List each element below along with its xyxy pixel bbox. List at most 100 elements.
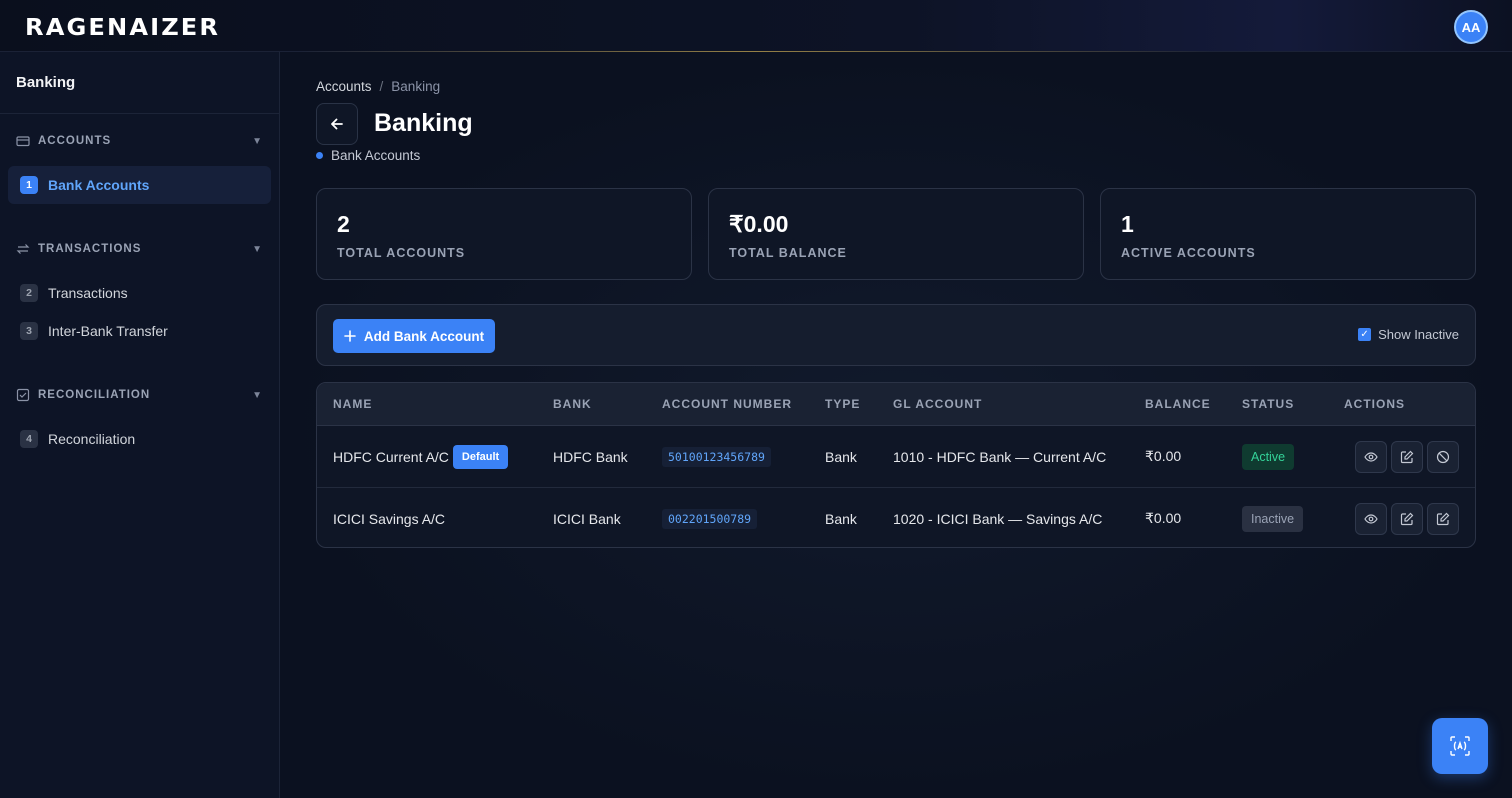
sidebar-section-accounts[interactable]: ACCOUNTS ▼ <box>0 116 279 166</box>
cell-balance: ₹0.00 <box>1145 448 1182 464</box>
sidebar-section-transactions[interactable]: TRANSACTIONS ▼ <box>0 224 279 274</box>
stat-card-total-accounts: 2 TOTAL ACCOUNTS <box>316 188 692 280</box>
cell-account-number: 002201500789 <box>662 488 758 547</box>
show-inactive-label: Show Inactive <box>1378 327 1459 342</box>
stat-label: TOTAL BALANCE <box>729 246 847 260</box>
account-number: 50100123456789 <box>662 446 771 467</box>
page-subtitle-text: Bank Accounts <box>331 148 421 163</box>
sidebar-item-label: Inter-Bank Transfer <box>48 323 168 339</box>
stat-value: ₹0.00 <box>729 211 789 237</box>
sidebar-item-number: 1 <box>20 176 38 194</box>
cell-account-number: 50100123456789 <box>662 426 771 487</box>
arrow-left-icon <box>331 118 343 130</box>
sidebar-item-number: 2 <box>20 284 38 302</box>
stat-label: TOTAL ACCOUNTS <box>337 246 466 260</box>
status-dot-icon <box>316 152 323 159</box>
column-header-account-number[interactable]: ACCOUNT NUMBER <box>662 397 792 411</box>
credit-card-icon <box>16 134 30 148</box>
table-toolbar: Add Bank Account ✓ Show Inactive <box>316 304 1476 366</box>
sidebar-item-reconciliation[interactable]: 4 Reconciliation <box>8 420 271 458</box>
stat-value: 2 <box>337 211 350 237</box>
top-bar: RAGENAIZER AA <box>0 0 1512 52</box>
breadcrumb-link-accounts[interactable]: Accounts <box>316 79 372 94</box>
stat-card-active-accounts: 1 ACTIVE ACCOUNTS <box>1100 188 1476 280</box>
chevron-down-icon[interactable]: ▼ <box>252 136 263 147</box>
edit-button[interactable] <box>1391 440 1423 473</box>
cell-bank: ICICI Bank <box>553 510 621 527</box>
stat-card-total-balance: ₹0.00 TOTAL BALANCE <box>708 188 1084 280</box>
table-row[interactable]: HDFC Current A/C Default HDFC Bank 50100… <box>317 426 1475 487</box>
page-subtitle: Bank Accounts <box>316 148 420 163</box>
chevron-down-icon[interactable]: ▼ <box>252 390 263 401</box>
back-button[interactable] <box>316 103 358 145</box>
sidebar-section-label: ACCOUNTS <box>38 135 112 147</box>
table-header: NAME BANK ACCOUNT NUMBER TYPE GL ACCOUNT… <box>317 383 1475 426</box>
plus-icon <box>344 330 356 342</box>
sidebar-section-reconciliation[interactable]: RECONCILIATION ▼ <box>0 370 279 420</box>
deactivate-button[interactable] <box>1427 440 1459 473</box>
column-header-actions: ACTIONS <box>1344 397 1405 411</box>
edit-button[interactable] <box>1391 502 1423 535</box>
view-button[interactable] <box>1355 440 1387 473</box>
main-content: Accounts / Banking Banking Bank Accounts… <box>280 52 1512 798</box>
checkbox-icon <box>16 388 30 402</box>
account-name[interactable]: HDFC Current A/C <box>333 449 449 465</box>
app-logo[interactable]: RAGENAIZER <box>25 15 220 41</box>
cell-name: HDFC Current A/C Default <box>333 426 509 487</box>
cell-status: Active <box>1242 426 1295 487</box>
cell-actions <box>1355 488 1459 547</box>
sidebar-item-label: Bank Accounts <box>48 177 150 193</box>
status-badge: Active <box>1242 443 1295 470</box>
breadcrumb-current: Banking <box>391 79 441 94</box>
account-name[interactable]: ICICI Savings A/C <box>333 511 445 527</box>
sidebar-title: Banking <box>0 52 279 114</box>
cell-balance: ₹0.00 <box>1145 510 1182 526</box>
edit-icon <box>1436 512 1450 525</box>
ban-icon <box>1436 450 1450 463</box>
cell-name: ICICI Savings A/C <box>333 488 445 547</box>
sidebar-section-label: TRANSACTIONS <box>38 243 142 255</box>
account-number: 002201500789 <box>662 508 758 529</box>
column-header-type[interactable]: TYPE <box>825 397 860 411</box>
eye-icon <box>1364 451 1378 462</box>
stat-value: 1 <box>1121 211 1134 237</box>
ai-assistant-button[interactable] <box>1432 718 1488 774</box>
chevron-down-icon[interactable]: ▼ <box>252 244 263 255</box>
table-row[interactable]: ICICI Savings A/C ICICI Bank 00220150078… <box>317 487 1475 547</box>
sidebar-item-number: 4 <box>20 430 38 448</box>
cell-gl-account: 1010 - HDFC Bank — Current A/C <box>893 448 1107 465</box>
cell-status: Inactive <box>1242 488 1304 547</box>
bank-accounts-table: NAME BANK ACCOUNT NUMBER TYPE GL ACCOUNT… <box>316 382 1476 548</box>
cell-type: Bank <box>825 448 857 465</box>
sidebar-item-label: Transactions <box>48 285 128 301</box>
show-inactive-toggle[interactable]: ✓ Show Inactive <box>1358 327 1459 342</box>
edit-icon <box>1400 512 1414 525</box>
column-header-status[interactable]: STATUS <box>1242 397 1294 411</box>
column-header-name[interactable]: NAME <box>333 397 372 411</box>
status-badge: Inactive <box>1242 505 1304 532</box>
ai-assistant-icon <box>1450 736 1470 756</box>
cell-actions <box>1355 426 1459 487</box>
cell-gl-account: 1020 - ICICI Bank — Savings A/C <box>893 510 1103 527</box>
column-header-gl-account[interactable]: GL ACCOUNT <box>893 397 982 411</box>
breadcrumb-separator: / <box>379 79 384 94</box>
eye-icon <box>1364 513 1378 524</box>
breadcrumb: Accounts / Banking <box>316 79 440 94</box>
activate-button[interactable] <box>1427 502 1459 535</box>
sidebar-item-inter-bank-transfer[interactable]: 3 Inter-Bank Transfer <box>8 312 271 350</box>
sidebar-item-bank-accounts[interactable]: 1 Bank Accounts <box>8 166 271 204</box>
page-title: Banking <box>374 109 473 137</box>
cell-type: Bank <box>825 510 857 527</box>
stat-label: ACTIVE ACCOUNTS <box>1121 246 1256 260</box>
column-header-bank[interactable]: BANK <box>553 397 592 411</box>
show-inactive-checkbox[interactable]: ✓ <box>1358 328 1372 341</box>
sidebar-section-label: RECONCILIATION <box>38 389 151 401</box>
add-bank-account-label: Add Bank Account <box>363 328 485 344</box>
swap-arrows-icon <box>16 242 30 256</box>
add-bank-account-button[interactable]: Add Bank Account <box>333 319 495 353</box>
sidebar-item-number: 3 <box>20 322 38 340</box>
column-header-balance[interactable]: BALANCE <box>1145 397 1211 411</box>
view-button[interactable] <box>1355 502 1387 535</box>
user-avatar[interactable]: AA <box>1454 10 1488 44</box>
sidebar-item-transactions[interactable]: 2 Transactions <box>8 274 271 312</box>
